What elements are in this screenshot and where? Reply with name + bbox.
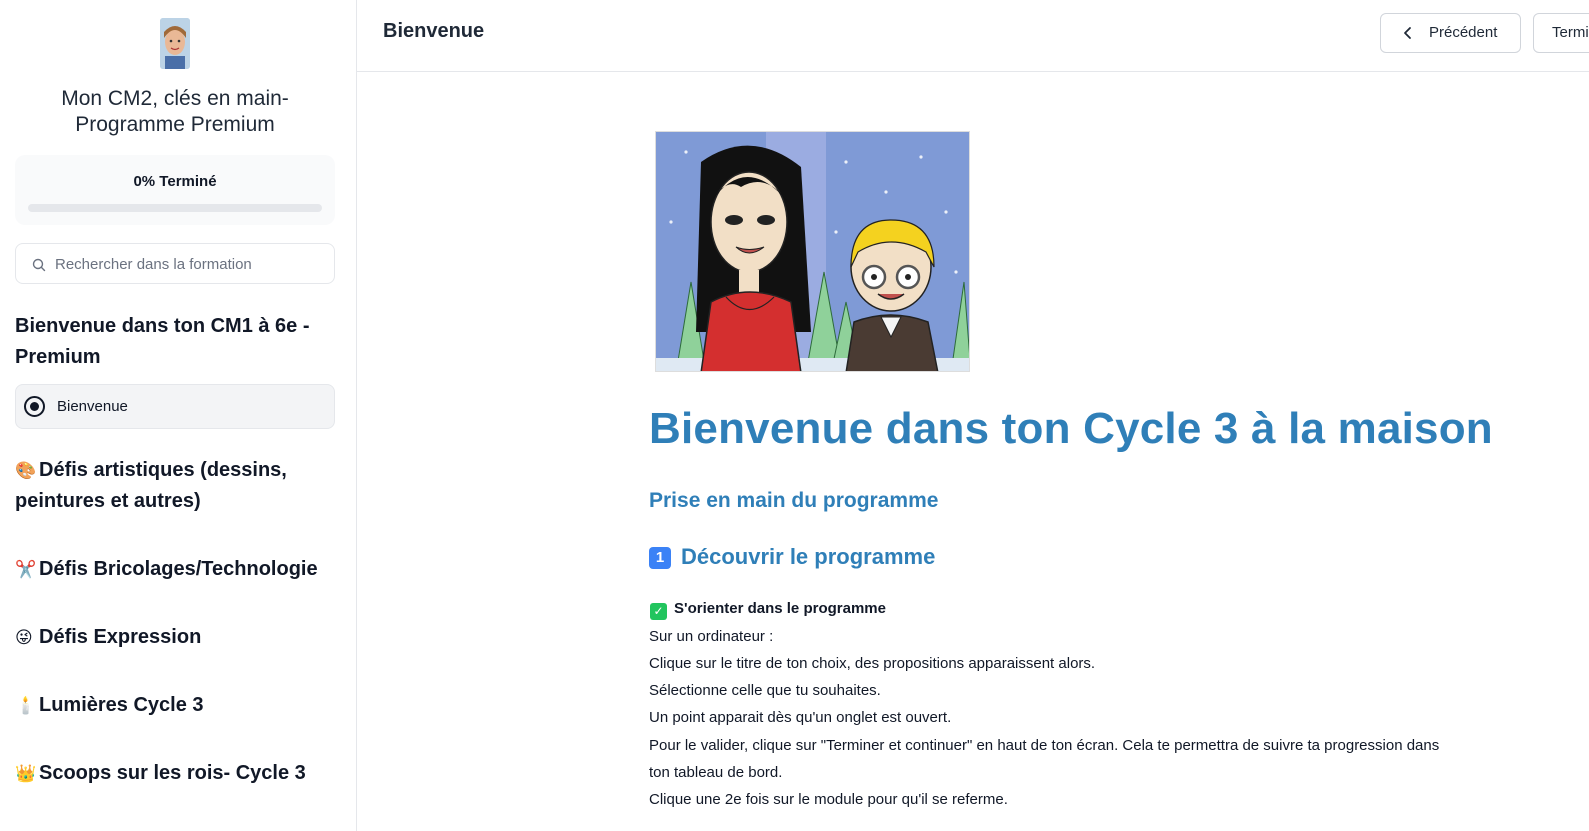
progress-label: 0% Terminé [133,173,217,190]
progress-card: 0% Terminé [15,155,335,225]
course-thumbnail [160,18,190,69]
candle-icon: 🕯️ [15,696,37,715]
paragraph: Clique sur le titre de ton choix, des pr… [649,655,1096,672]
checklist-heading: ✓ S'orienter dans le programme [650,600,886,620]
paragraph: Un point apparait dès qu'un onglet est o… [649,709,952,726]
search-icon [32,258,46,272]
lesson-subheading: Prise en main du programme [649,489,939,512]
previous-button-label: Précédent [1429,24,1498,41]
lesson-heading: Bienvenue dans ton Cycle 3 à la maison [649,404,1493,453]
section-heading: 1 Découvrir le programme [649,544,935,570]
section-title-label: Bienvenue dans ton CM1 à 6e - Premium [15,315,310,368]
lesson-label: Bienvenue [57,398,128,415]
paragraph: ton tableau de bord. [649,764,783,781]
paragraph: Pour le valider, clique sur "Terminer et… [649,737,1440,754]
search-box[interactable] [15,243,335,284]
section-title-defis-bricolages[interactable]: ✂️ Défis Bricolages/Technologie [15,554,335,585]
search-input[interactable] [55,250,325,278]
paragraph: Clique une 2e fois sur le module pour qu… [649,791,1008,808]
scissors-icon: ✂️ [15,560,37,579]
paragraph: Sélectionne celle que tu souhaites. [649,682,881,699]
previous-button[interactable]: Précédent [1380,13,1521,53]
check-mark-icon: ✓ [650,603,667,620]
palette-icon: 🎨 [15,461,37,480]
section-title-scoops-rois[interactable]: 👑 Scoops sur les rois- Cycle 3 [15,758,335,789]
course-sidebar: Mon CM2, clés en main- Programme Premium… [0,0,357,831]
progress-bar [28,204,322,212]
section-title-lumieres[interactable]: 🕯️ Lumières Cycle 3 [15,690,335,721]
checklist-heading-label: S'orienter dans le programme [674,600,886,617]
section-title-label: Défis Bricolages/Technologie [39,558,318,580]
section-title-label: Lumières Cycle 3 [39,694,204,716]
paragraph: Sur un ordinateur : [649,628,774,645]
lesson-title: Bienvenue [383,20,485,42]
section-title-defis-expression[interactable]: 😜 Défis Expression [15,622,335,653]
complete-and-continue-button[interactable]: Terminer et continuer [1533,13,1589,53]
crown-icon: 👑 [15,764,37,783]
course-title: Mon CM2, clés en main- Programme Premium [61,87,289,136]
lesson-item-bienvenue[interactable]: Bienvenue [15,384,335,429]
section-title-bienvenue[interactable]: Bienvenue dans ton CM1 à 6e - Premium [15,311,335,373]
section-title-label: Scoops sur les rois- Cycle 3 [39,762,306,784]
winking-face-icon: 😜 [15,628,33,647]
lesson-illustration [655,131,970,372]
section-title-defis-artistiques[interactable]: 🎨 Défis artistiques (dessins, peintures e… [15,455,335,517]
keycap-one-icon: 1 [649,547,671,569]
section-title-label: Défis Expression [39,626,202,648]
lesson-header: Bienvenue Précédent Terminer et continue… [357,0,1589,72]
complete-and-continue-label: Terminer et continuer [1552,24,1589,41]
section-heading-label: Découvrir le programme [681,544,936,569]
section-title-label: Défis artistiques (dessins, peintures et… [15,459,287,512]
lesson-status-radio-icon [24,396,45,417]
chevron-left-icon [1403,26,1413,43]
